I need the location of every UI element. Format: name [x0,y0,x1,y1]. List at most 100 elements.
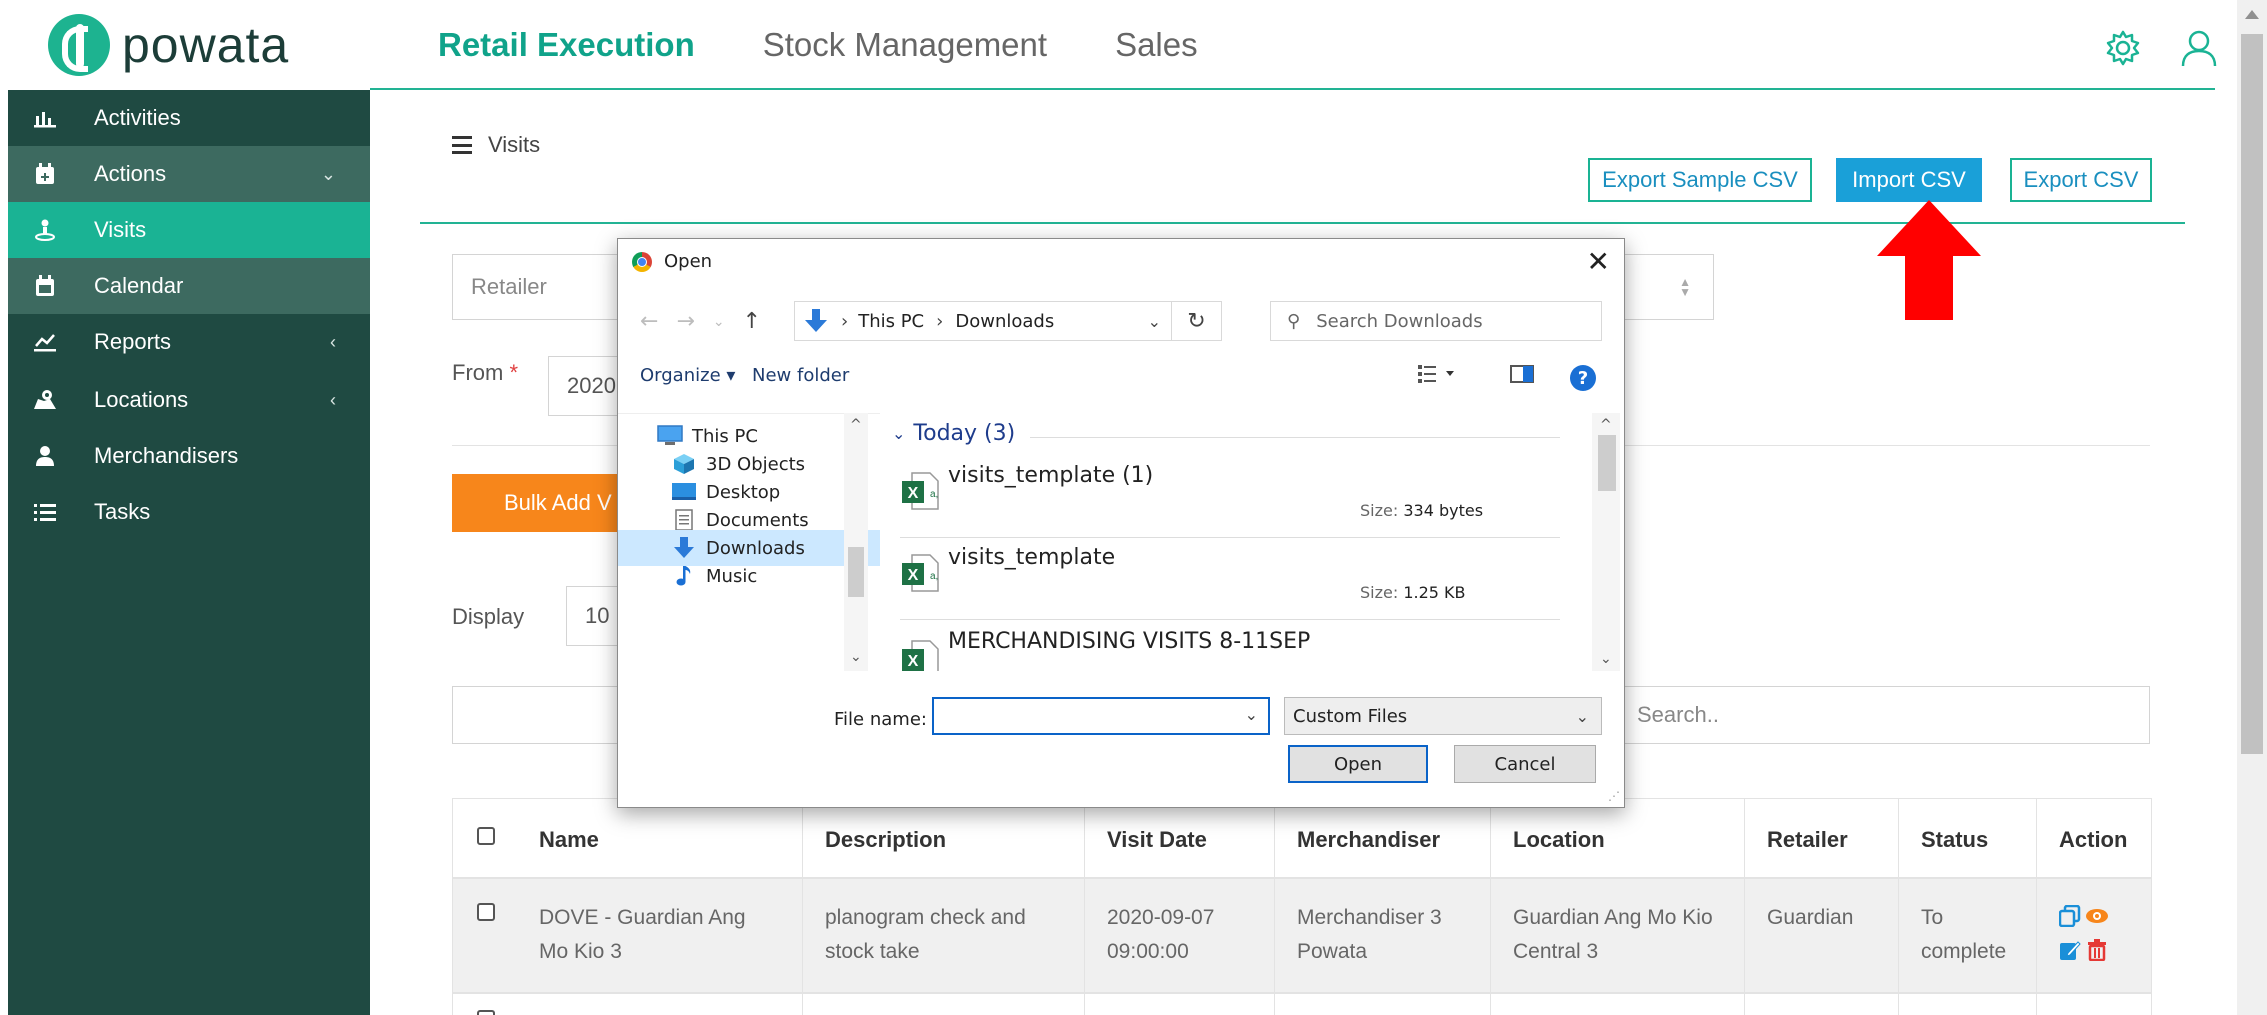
pin-person-icon [32,217,58,243]
col-header-visit-date[interactable]: Visit Date [1107,827,1207,853]
cell-name: DOVE - Guardian Ang Mo Kio 3 [539,906,746,963]
address-segment-this-pc[interactable]: This PC [858,311,924,332]
col-header-retailer[interactable]: Retailer [1767,827,1848,853]
file-name: MERCHANDISING VISITS 8-11SEP [948,629,1311,654]
chevron-down-icon[interactable]: ⌄ [1148,312,1161,331]
export-csv-button[interactable]: Export CSV [2010,158,2152,202]
recent-locations-chevron-icon[interactable]: ⌄ [713,314,725,330]
col-header-name[interactable]: Name [539,827,599,853]
scroll-up-arrow-icon[interactable]: ^ [1600,417,1612,433]
nav-pane-scrollbar[interactable]: ^ ⌄ [844,413,868,671]
sidebar: Activities Actions ⌄ Visits Calendar Rep… [8,90,370,1015]
computer-icon [656,424,684,448]
file-name-input[interactable]: ⌄ [932,697,1270,735]
open-button[interactable]: Open [1288,745,1428,783]
sidebar-item-tasks[interactable]: Tasks [8,484,370,540]
cell-retailer: Guardian [1767,906,1854,929]
scroll-down-arrow-icon[interactable]: ⌄ [850,649,862,665]
view-eye-icon[interactable] [2085,905,2109,927]
table-row[interactable] [452,993,2152,1015]
group-divider [1030,437,1560,438]
scroll-up-arrow-icon[interactable] [2245,10,2259,19]
up-arrow-icon[interactable]: ↑ [743,309,761,334]
user-profile-icon[interactable] [2179,28,2219,68]
file-name-label: File name: [834,709,927,730]
top-nav-retail-execution[interactable]: Retail Execution [438,26,695,64]
sidebar-item-actions[interactable]: Actions ⌄ [8,146,370,202]
hamburger-menu-icon[interactable] [452,136,472,154]
scroll-up-arrow-icon[interactable]: ^ [850,417,862,433]
cancel-button[interactable]: Cancel [1454,745,1596,783]
chevron-down-icon: ⌄ [892,424,906,443]
sidebar-item-merchandisers[interactable]: Merchandisers [8,428,370,484]
col-header-location[interactable]: Location [1513,827,1605,853]
calendar-plus-icon [32,161,58,187]
brand-logo[interactable]: powata [48,14,289,76]
file-type-select[interactable]: Custom Files ⌄ [1284,697,1602,735]
row-checkbox[interactable] [477,903,495,921]
forward-arrow-icon[interactable]: → [676,309,694,334]
sidebar-item-activities[interactable]: Activities [8,90,370,146]
excel-file-icon: Xa, [902,554,939,592]
organize-menu[interactable]: Organize ▾ [640,365,735,386]
nav-item-music[interactable]: Music [670,558,757,594]
svg-text:X: X [908,567,919,584]
sidebar-item-visits[interactable]: Visits [8,202,370,258]
search-downloads-input[interactable]: ⚲ Search Downloads [1270,301,1602,341]
dialog-toolbar: Organize ▾ New folder ? [618,351,1624,401]
copy-icon[interactable] [2059,905,2081,927]
bulk-add-visits-button[interactable]: Bulk Add V [452,474,632,532]
file-list-scrollbar-thumb[interactable] [1598,435,1616,491]
file-item-visits-template-1[interactable]: Xa, visits_template (1) Size: 334 bytes [900,453,1560,535]
export-sample-csv-button[interactable]: Export Sample CSV [1588,158,1812,202]
new-folder-button[interactable]: New folder [752,365,849,386]
help-icon[interactable]: ? [1570,365,1596,391]
nav-pane-scrollbar-thumb[interactable] [848,547,864,597]
select-all-checkbox[interactable] [477,827,495,845]
svg-text:a,: a, [930,489,938,500]
close-icon[interactable]: ✕ [1587,245,1610,278]
retailer-placeholder: Retailer [471,274,547,299]
scroll-down-arrow-icon[interactable]: ⌄ [1600,651,1612,667]
row-checkbox[interactable] [477,1010,495,1015]
file-item-merchandising-visits[interactable]: X MERCHANDISING VISITS 8-11SEP [900,617,1560,671]
resize-grip-icon[interactable]: ⋰ [1608,789,1620,803]
breadcrumb-separator-icon: › [841,310,849,332]
page-scrollbar-thumb[interactable] [2241,34,2263,754]
sidebar-item-reports[interactable]: Reports ‹ [8,314,370,370]
page-scrollbar[interactable] [2237,0,2267,1015]
edit-icon[interactable] [2059,939,2081,961]
line-chart-icon [32,329,58,355]
file-list-scrollbar[interactable]: ^ ⌄ [1592,413,1620,671]
sidebar-item-label: Visits [94,217,147,242]
dialog-title-bar: Open [632,251,712,272]
preview-pane-icon[interactable] [1510,363,1536,390]
sidebar-item-label: Reports [94,329,172,354]
file-group-header[interactable]: ⌄ Today (3) [892,421,1015,446]
table-row[interactable]: DOVE - Guardian Ang Mo Kio 3 planogram ch… [452,878,2152,993]
top-nav-sales[interactable]: Sales [1115,26,1198,64]
gear-icon[interactable] [2103,28,2143,68]
chrome-icon [632,251,652,272]
col-header-status[interactable]: Status [1921,827,1988,853]
col-header-description[interactable]: Description [825,827,946,853]
view-options-icon[interactable] [1418,363,1458,390]
chevron-down-icon[interactable]: ⌄ [1245,705,1258,724]
address-bar[interactable]: › This PC › Downloads ⌄ [794,301,1172,341]
column-divider [802,798,803,1015]
top-nav-stock-management[interactable]: Stock Management [763,26,1047,64]
address-segment-downloads[interactable]: Downloads [955,311,1054,332]
sidebar-item-locations[interactable]: Locations ‹ [8,372,370,428]
back-arrow-icon[interactable]: ← [640,309,658,334]
desktop-icon [670,480,698,504]
column-divider [2036,798,2037,1015]
sidebar-item-calendar[interactable]: Calendar [8,258,370,314]
table-header: Name Description Visit Date Merchandiser… [452,798,2152,878]
delete-icon[interactable] [2087,939,2107,961]
file-item-visits-template[interactable]: Xa, visits_template Size: 1.25 KB [900,535,1560,617]
dialog-title: Open [664,251,713,272]
refresh-icon[interactable]: ↻ [1172,301,1222,341]
col-header-merchandiser[interactable]: Merchandiser [1297,827,1440,853]
import-csv-button[interactable]: Import CSV [1836,158,1982,202]
search-downloads-placeholder: Search Downloads [1316,310,1483,332]
